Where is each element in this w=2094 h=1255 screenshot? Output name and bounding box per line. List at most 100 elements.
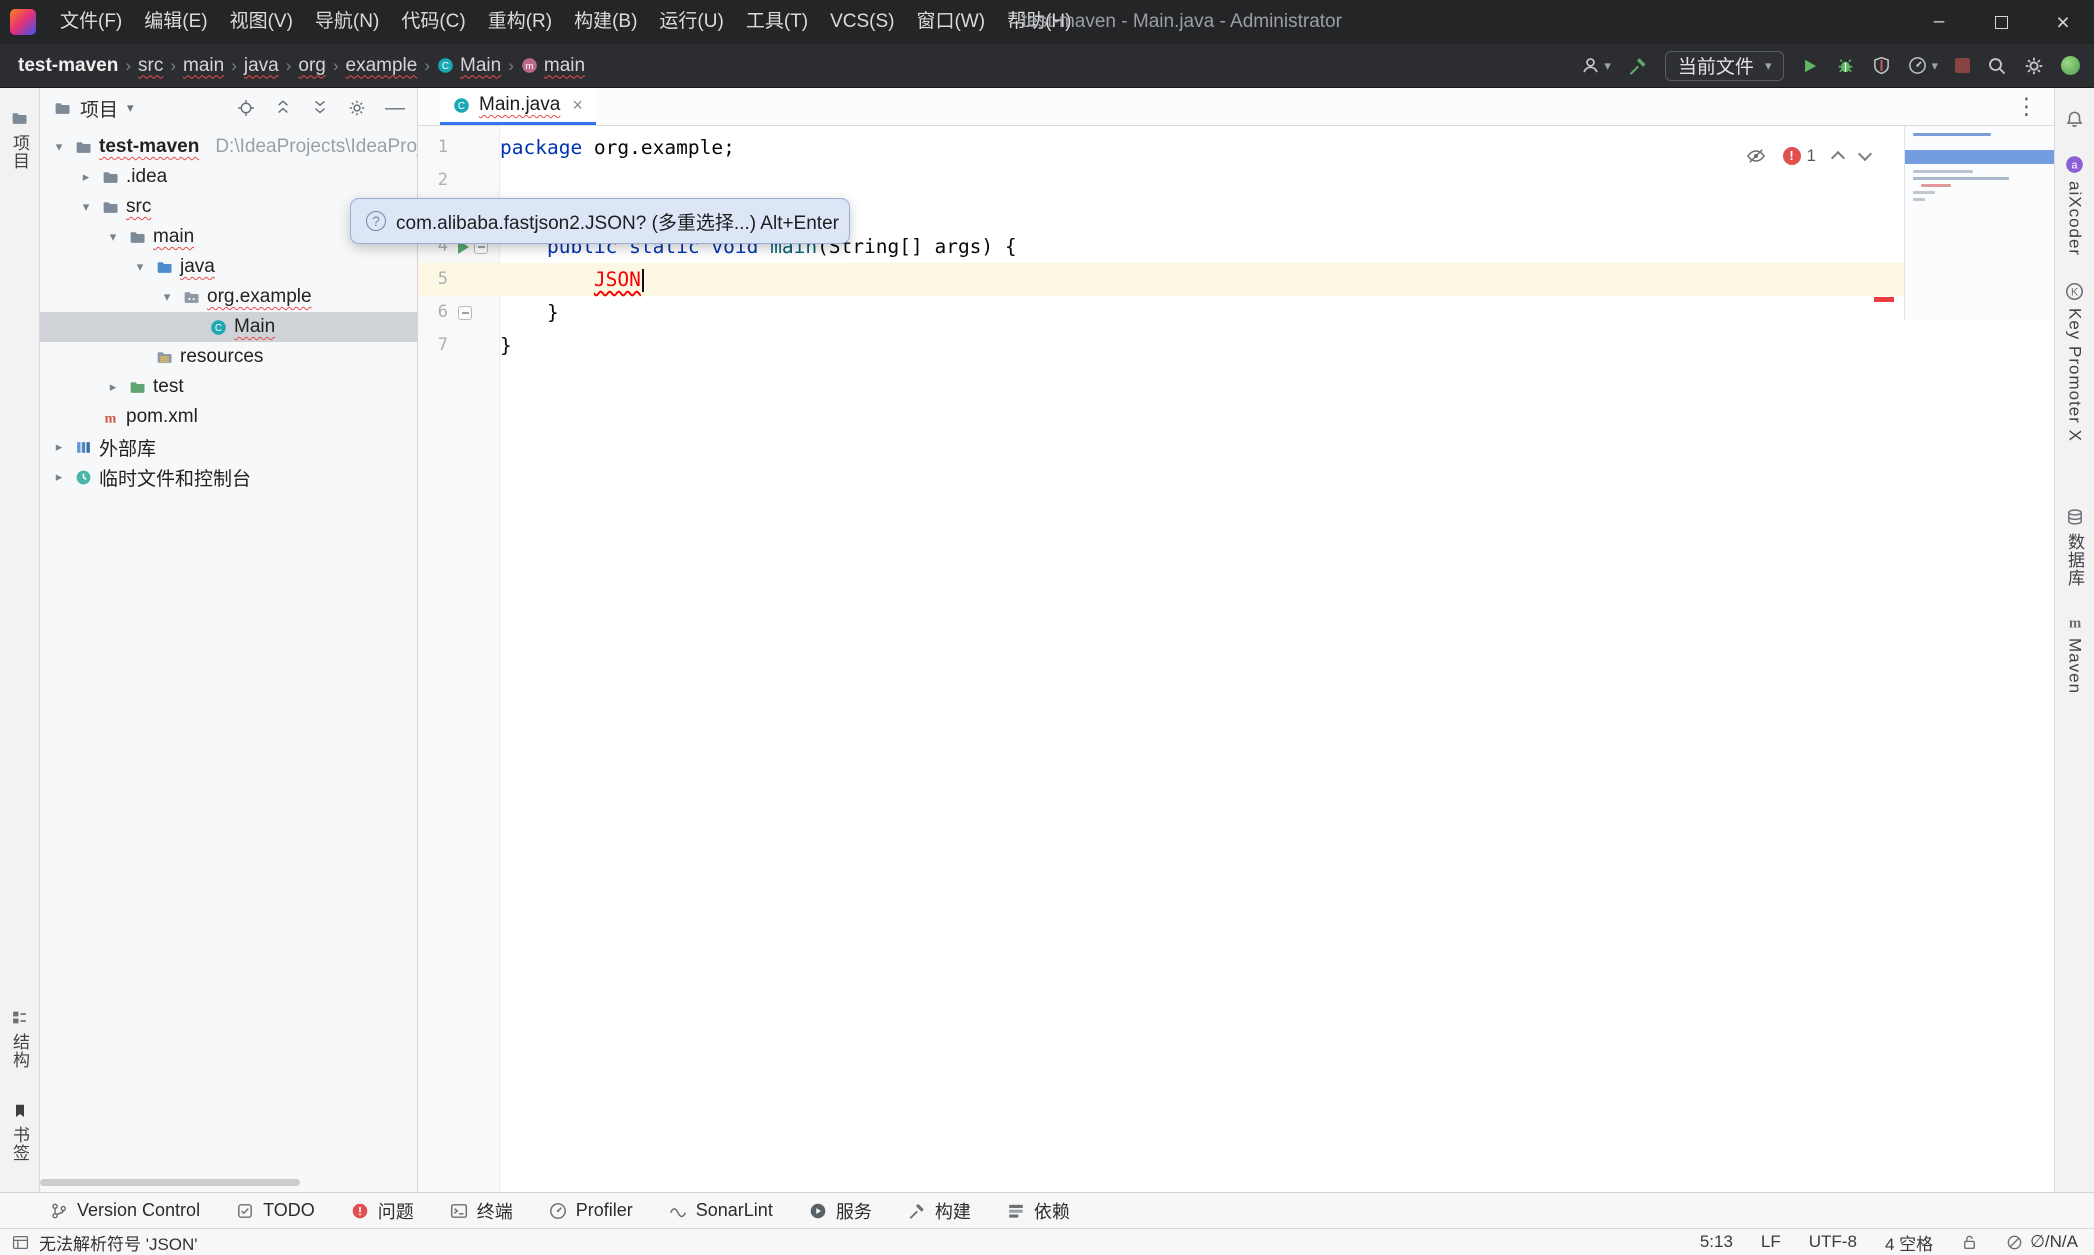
minimap-viewport[interactable] (1905, 150, 2054, 164)
tool-window-button-依赖[interactable]: 依赖 (1007, 1198, 1070, 1224)
tool-stripe-button-Maven[interactable]: mMaven (2055, 613, 2094, 694)
layout-icon[interactable] (12, 1234, 29, 1251)
menu-item-5[interactable]: 重构(R) (477, 0, 563, 44)
breadcrumb-item-java[interactable]: java (244, 55, 279, 77)
debug-button[interactable] (1836, 56, 1855, 75)
tab-close-icon[interactable]: × (572, 95, 583, 116)
tree-item-test[interactable]: ▸test (40, 372, 417, 402)
hide-panel-icon[interactable]: — (385, 97, 405, 120)
run-button[interactable] (1801, 57, 1819, 75)
tool-window-button-构建[interactable]: 构建 (908, 1198, 971, 1224)
tree-item-resources[interactable]: resources (40, 342, 417, 372)
tool-stripe-button-数据库[interactable]: 数据库 (2055, 508, 2094, 587)
tree-chevron-icon[interactable]: ▸ (104, 379, 122, 395)
memory-indicator[interactable]: ∅/N/A (2006, 1232, 2078, 1252)
tool-window-button-问题[interactable]: 问题 (351, 1198, 414, 1224)
line-separator[interactable]: LF (1761, 1232, 1781, 1252)
breadcrumb-item-example[interactable]: example (346, 55, 418, 77)
collapse-all-icon[interactable] (311, 99, 329, 117)
tool-window-button-服务[interactable]: 服务 (809, 1198, 872, 1224)
tool-window-button-SonarLint[interactable]: SonarLint (669, 1200, 773, 1221)
tool-stripe-button-项目[interactable]: 项目 (0, 110, 39, 170)
menu-item-8[interactable]: 工具(T) (735, 0, 819, 44)
tool-window-button-Profiler[interactable]: Profiler (549, 1200, 633, 1221)
tool-stripe-button-Key Promoter X[interactable]: KKey Promoter X (2055, 282, 2094, 442)
locate-target-icon[interactable] (237, 99, 255, 117)
tool-stripe-button-aiXcoder[interactable]: aaiXcoder (2055, 155, 2094, 256)
expand-all-icon[interactable] (274, 99, 292, 117)
file-encoding[interactable]: UTF-8 (1809, 1232, 1857, 1252)
tree-chevron-icon[interactable]: ▾ (131, 259, 149, 275)
tree-chevron-icon[interactable]: ▾ (158, 289, 176, 305)
tree-chevron-icon[interactable]: ▾ (77, 199, 95, 215)
horizontal-scrollbar[interactable] (40, 1179, 300, 1186)
error-count-badge[interactable]: ! 1 (1783, 139, 1816, 172)
tree-item-外部库[interactable]: ▸外部库 (40, 432, 417, 462)
breadcrumb-item-src[interactable]: src (138, 55, 163, 77)
tree-item-pom.xml[interactable]: mpom.xml (40, 402, 417, 432)
close-button[interactable]: × (2032, 0, 2094, 44)
settings-gear-icon[interactable] (2024, 56, 2044, 76)
breadcrumb-item-test-maven[interactable]: test-maven (18, 55, 118, 77)
plugin-icon[interactable] (2061, 56, 2080, 75)
tree-item-test-maven[interactable]: ▾test-mavenD:\IdeaProjects\IdeaProje (40, 132, 417, 162)
fold-marker-icon[interactable] (458, 306, 472, 320)
tree-item-临时文件和控制台[interactable]: ▸临时文件和控制台 (40, 462, 417, 492)
tree-item-org.example[interactable]: ▾org.example (40, 282, 417, 312)
menu-item-0[interactable]: 文件(F) (49, 0, 133, 44)
tool-stripe-button-bell[interactable] (2055, 110, 2094, 129)
unlock-icon[interactable] (1961, 1234, 1978, 1251)
search-everywhere-button[interactable] (1987, 56, 2007, 76)
breadcrumb-item-org[interactable]: org (298, 55, 325, 77)
breadcrumb-item-main[interactable]: main (183, 55, 224, 77)
indent-setting[interactable]: 4 空格 (1885, 1230, 1933, 1255)
code-line-6[interactable]: 6 } (418, 296, 2054, 329)
menu-item-7[interactable]: 运行(U) (648, 0, 734, 44)
profiler-run-button[interactable]: ▾ (1908, 56, 1938, 75)
code-line-7[interactable]: 7} (418, 329, 2054, 362)
build-hammer-icon[interactable] (1628, 56, 1648, 76)
menu-item-10[interactable]: 窗口(W) (905, 0, 996, 44)
minimap[interactable] (1904, 126, 2054, 320)
tree-item-Main[interactable]: CMain (40, 312, 417, 342)
code-editor[interactable]: 1package org.example;23public class Main… (418, 126, 2054, 1192)
tool-window-button-终端[interactable]: 终端 (450, 1198, 513, 1224)
minimize-button[interactable]: – (1908, 0, 1970, 44)
tree-chevron-icon[interactable]: ▸ (50, 469, 68, 485)
menu-item-1[interactable]: 编辑(E) (133, 0, 218, 44)
tree-chevron-icon[interactable]: ▾ (50, 139, 68, 155)
tree-chevron-icon[interactable]: ▸ (77, 169, 95, 185)
tree-item-java[interactable]: ▾java (40, 252, 417, 282)
run-configuration-select[interactable]: 当前文件 ▾ (1665, 51, 1785, 81)
breadcrumb-item-main[interactable]: mmain (521, 55, 585, 77)
tab-main-java[interactable]: C Main.java × (440, 88, 596, 125)
tool-window-button-TODO[interactable]: TODO (236, 1200, 315, 1221)
stop-button[interactable] (1955, 58, 1970, 73)
menu-item-2[interactable]: 视图(V) (219, 0, 304, 44)
menu-item-4[interactable]: 代码(C) (390, 0, 476, 44)
maximize-button[interactable] (1970, 0, 2032, 44)
caret-position[interactable]: 5:13 (1700, 1232, 1733, 1252)
tool-stripe-button-结构[interactable]: 结构 (0, 1009, 39, 1069)
chevron-down-icon[interactable]: ▾ (127, 100, 134, 116)
panel-settings-gear-icon[interactable] (348, 99, 366, 117)
tree-chevron-icon[interactable]: ▸ (50, 439, 68, 455)
tree-chevron-icon[interactable]: ▾ (104, 229, 122, 245)
breadcrumb-item-Main[interactable]: CMain (437, 55, 501, 77)
code-line-5[interactable]: 5 JSON (418, 263, 2054, 296)
error-stripe-mark[interactable] (1874, 297, 1894, 302)
import-suggestion-popup[interactable]: ? com.alibaba.fastjson2.JSON? (多重选择...) … (350, 198, 850, 244)
tool-stripe-button-书签[interactable]: 书签 (0, 1103, 39, 1162)
project-panel-title[interactable]: 项目 (80, 95, 118, 122)
menu-item-9[interactable]: VCS(S) (819, 0, 905, 44)
previous-error-button[interactable] (1833, 148, 1843, 163)
coverage-button[interactable] (1872, 56, 1891, 75)
next-error-button[interactable] (1860, 149, 1870, 163)
tree-item-.idea[interactable]: ▸.idea (40, 162, 417, 192)
user-menu-button[interactable]: ▾ (1581, 56, 1611, 75)
tool-window-button-Version Control[interactable]: Version Control (50, 1200, 200, 1221)
highlighting-eye-off-icon[interactable] (1746, 146, 1766, 166)
menu-item-6[interactable]: 构建(B) (563, 0, 648, 44)
menu-item-3[interactable]: 导航(N) (304, 0, 390, 44)
more-options-icon[interactable]: ⋮ (2015, 88, 2038, 125)
